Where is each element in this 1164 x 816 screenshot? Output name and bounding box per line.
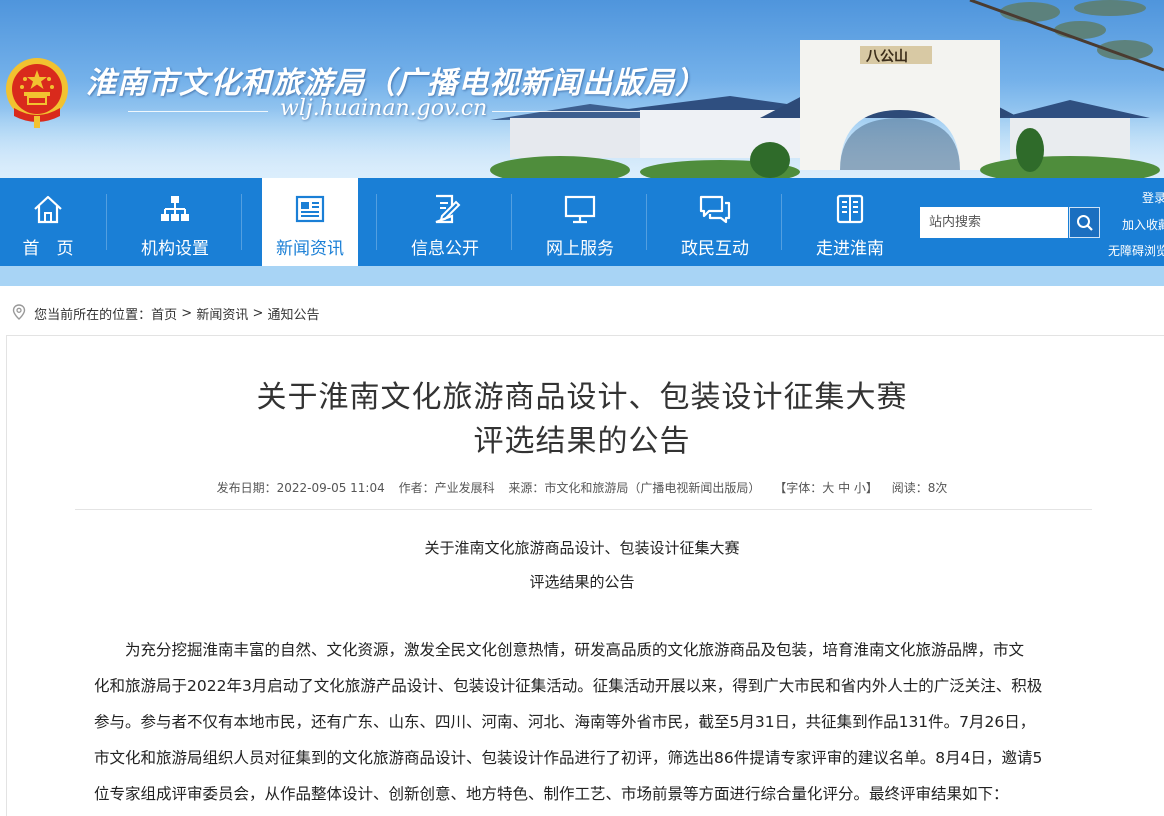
nav-separator (376, 194, 377, 250)
monitor-icon (564, 195, 596, 224)
nav-item-interaction[interactable]: 政民互动 (667, 178, 763, 266)
nav-item-label: 机构设置 (141, 239, 209, 259)
breadcrumb: 您当前所在的位置：首页 > 新闻资讯 > 通知公告 (12, 304, 320, 324)
breadcrumb-prefix: 您当前所在的位置： (34, 308, 152, 323)
nav-item-info-disclosure[interactable]: 信息公开 (397, 178, 493, 266)
site-url: wlj.huainan.gov.cn (280, 96, 488, 121)
meta-date: 发布日期：2022-09-05 11:04 (216, 481, 385, 495)
nav-separator (781, 194, 782, 250)
nav-separator (106, 194, 107, 250)
body-line: 市文化和旅游局组织人员对征集到的文化旅游商品设计、包装设计作品进行了初评，筛选出… (94, 749, 1043, 767)
article-meta: 发布日期：2022-09-05 11:04 作者：产业发展科 来源：市文化和旅游… (0, 479, 1164, 496)
meta-views: 阅读：8次 (891, 481, 948, 495)
article-title-line-2: 评选结果的公告 (473, 424, 691, 459)
nav-item-label: 网上服务 (546, 239, 614, 259)
nav-item-home[interactable]: 首 页 (0, 178, 96, 266)
home-icon (34, 195, 62, 224)
breadcrumb-news[interactable]: 新闻资讯 (196, 308, 248, 323)
article-title-line-1: 关于淮南文化旅游商品设计、包装设计征集大赛 (256, 380, 908, 415)
nav-separator (646, 194, 647, 250)
body-line: 位专家组成评审委员会，从作品整体设计、创新创意、地方特色、制作工艺、市场前景等方… (94, 785, 1009, 803)
meta-font-size-control[interactable]: 【字体：大 中 小】 (774, 481, 878, 495)
site-banner: 八公山 淮南市文化和旅游局（广播电视新闻出版局） wlj.huainan.gov… (0, 0, 1164, 178)
url-divider-left (128, 111, 268, 112)
breadcrumb-home[interactable]: 首页 (151, 308, 177, 323)
nav-item-label: 新闻资讯 (276, 239, 344, 259)
nav-separator (241, 194, 242, 250)
article-divider (75, 509, 1092, 510)
add-favorite-link[interactable]: 加入收藏 (1122, 216, 1164, 233)
breadcrumb-notices[interactable]: 通知公告 (268, 308, 320, 323)
nav-item-about-huainan[interactable]: 走进淮南 (802, 178, 898, 266)
scene-sign-text: 八公山 (865, 49, 908, 65)
url-divider-right (492, 111, 640, 112)
nav-item-label: 首 页 (22, 239, 74, 259)
chat-bubbles-icon (699, 195, 731, 224)
body-line: 化和旅游局于2022年3月启动了文化旅游产品设计、包装设计征集活动。征集活动开展… (94, 677, 1043, 695)
nav-item-online-services[interactable]: 网上服务 (532, 178, 628, 266)
article-body: 为充分挖掘淮南丰富的自然、文化资源，激发全民文化创意热情，研发高品质的文化旅游商… (94, 632, 1076, 812)
nav-item-label: 信息公开 (411, 239, 479, 259)
document-edit-icon (435, 194, 461, 224)
article-subtitle-line-1: 关于淮南文化旅游商品设计、包装设计征集大赛 (424, 539, 740, 557)
body-line: 参与。参与者不仅有本地市民，还有广东、山东、四川、河南、河北、海南等外省市民，截… (94, 713, 1036, 731)
national-emblem-icon (6, 58, 68, 128)
breadcrumb-separator: > (177, 306, 197, 321)
nav-item-label: 走进淮南 (816, 239, 884, 259)
search-icon (1077, 215, 1093, 231)
book-icon (836, 194, 864, 224)
meta-source: 来源：市文化和旅游局（广播电视新闻出版局） (508, 481, 761, 495)
search-input[interactable] (920, 207, 1068, 238)
newspaper-icon (295, 195, 325, 223)
nav-separator (511, 194, 512, 250)
breadcrumb-separator: > (248, 306, 268, 321)
search-button[interactable] (1069, 207, 1100, 238)
org-chart-icon (161, 196, 189, 221)
nav-item-label: 政民互动 (681, 239, 749, 259)
accessibility-link[interactable]: 无障碍浏览 (1108, 242, 1164, 259)
body-line: 为充分挖掘淮南丰富的自然、文化资源，激发全民文化创意热情，研发高品质的文化旅游商… (94, 641, 1025, 659)
nav-bottom-strip (0, 266, 1164, 286)
login-link[interactable]: 登录 (1142, 189, 1164, 206)
meta-author: 作者：产业发展科 (398, 481, 495, 495)
article-subtitle-line-2: 评选结果的公告 (529, 573, 635, 591)
nav-item-news[interactable]: 新闻资讯 (262, 178, 358, 266)
location-pin-icon (12, 304, 26, 320)
nav-item-organization[interactable]: 机构设置 (127, 178, 223, 266)
